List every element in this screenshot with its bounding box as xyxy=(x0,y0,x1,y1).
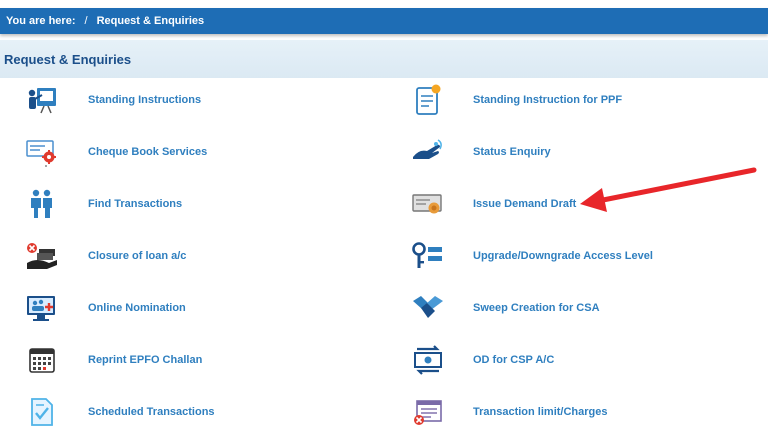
breadcrumb: You are here: / Request & Enquiries xyxy=(0,8,768,34)
breadcrumb-current[interactable]: Request & Enquiries xyxy=(97,15,205,27)
handshake-icon xyxy=(410,290,446,326)
menu-item-sweep-creation-csa[interactable]: Sweep Creation for CSA xyxy=(0,286,600,330)
key-levels-icon xyxy=(410,238,446,274)
menu-item-transaction-limit-charges[interactable]: Transaction limit/Charges xyxy=(0,390,607,434)
menu-item-od-for-csp[interactable]: OD for CSP A/C xyxy=(0,338,554,382)
breadcrumb-separator: / xyxy=(84,15,88,27)
hand-touch-icon xyxy=(410,134,446,170)
menu-item-issue-demand-draft[interactable]: Issue Demand Draft xyxy=(0,182,576,226)
menu-item-label: OD for CSP A/C xyxy=(473,354,555,366)
menu-item-label: Transaction limit/Charges xyxy=(473,406,608,418)
menu-item-standing-instruction-ppf[interactable]: Standing Instruction for PPF xyxy=(0,78,622,122)
breadcrumb-prefix: You are here: xyxy=(6,15,76,27)
menu-item-label: Sweep Creation for CSA xyxy=(473,302,600,314)
top-gap xyxy=(0,0,768,8)
menu-item-label: Upgrade/Downgrade Access Level xyxy=(473,250,653,262)
document-badge-icon xyxy=(410,82,446,118)
demand-draft-icon xyxy=(410,186,446,222)
menu-item-label: Issue Demand Draft xyxy=(473,198,577,210)
menu-item-label: Standing Instruction for PPF xyxy=(473,94,623,106)
menu-item-label: Status Enquiry xyxy=(473,146,551,158)
annotation-arrow-icon xyxy=(580,167,757,212)
form-cancel-icon xyxy=(410,394,446,430)
cash-transfer-icon xyxy=(410,342,446,378)
section-header: Request & Enquiries xyxy=(0,40,768,78)
menu-item-status-enquiry[interactable]: Status Enquiry xyxy=(0,130,551,174)
menu-item-upgrade-downgrade-access[interactable]: Upgrade/Downgrade Access Level xyxy=(0,234,653,278)
section-title: Request & Enquiries xyxy=(4,51,132,67)
